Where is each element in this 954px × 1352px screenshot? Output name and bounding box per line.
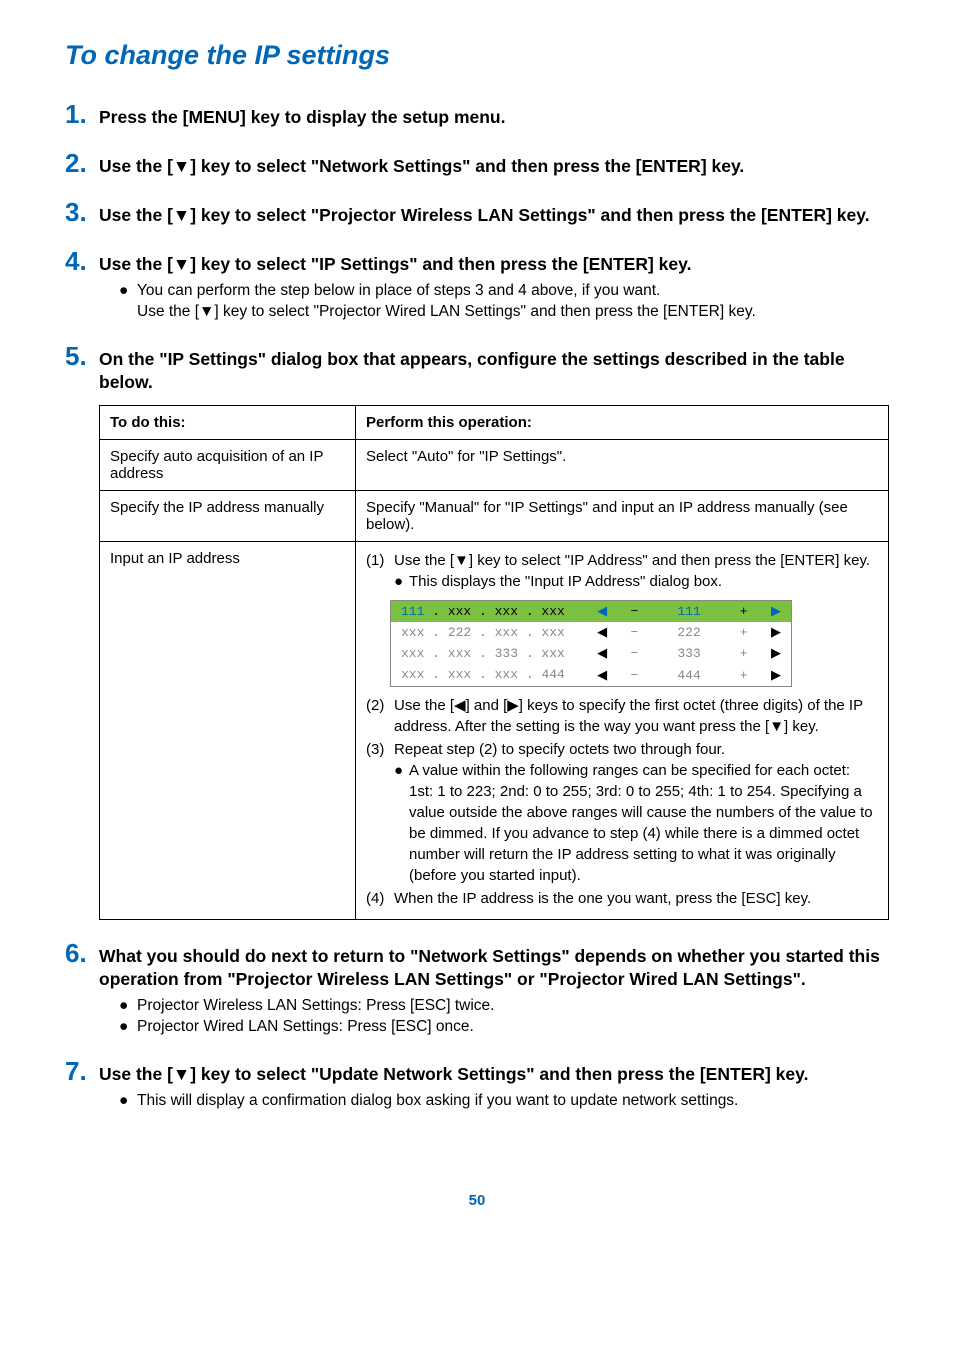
list-marker: (4) — [366, 888, 394, 909]
sub-bullet: ● Projector Wired LAN Settings: Press [E… — [119, 1017, 889, 1038]
list-text: Repeat step (2) to specify octets two th… — [394, 739, 878, 760]
ip-value: 111 — [677, 604, 700, 619]
list-marker: (1) — [366, 550, 394, 592]
ip-octet: 111 — [401, 604, 424, 619]
step-number: 7. — [65, 1056, 99, 1087]
step-text: Use the [▼] key to select "Projector Wir… — [99, 200, 870, 228]
table-cell: (1) Use the [▼] key to select "IP Addres… — [356, 542, 889, 920]
ip-value: 222 — [677, 625, 700, 640]
ip-row-3: xxx . xxx . 333 . xxx ◀ − 333 + ▶ — [391, 643, 791, 664]
minus-icon: − — [631, 668, 639, 683]
inner-bullet-text: A value within the following ranges can … — [409, 760, 878, 886]
list-text: Use the [▼] key to select "IP Address" a… — [394, 550, 870, 571]
table-header: Perform this operation: — [356, 406, 889, 440]
ip-pre: xxx . — [401, 625, 448, 640]
step-6: 6. What you should do next to return to … — [65, 938, 889, 1038]
ip-row-1: 111 . xxx . xxx . xxx ◀ − 111 + ▶ — [391, 601, 791, 622]
list-text: Use the [◀] and [▶] keys to specify the … — [394, 695, 878, 737]
ip-octet: 333 — [495, 646, 518, 661]
numbered-item: (3) Repeat step (2) to specify octets tw… — [366, 739, 878, 886]
ip-value: 444 — [677, 668, 700, 683]
sub-bullet: ● You can perform the step below in plac… — [119, 281, 889, 302]
ip-octet: 222 — [448, 625, 471, 640]
step-number: 4. — [65, 246, 99, 277]
sub-line: Use the [▼] key to select "Projector Wir… — [137, 302, 889, 323]
numbered-item: (4) When the IP address is the one you w… — [366, 888, 878, 909]
step-text: What you should do next to return to "Ne… — [99, 941, 889, 992]
inner-bullet: ● This displays the "Input IP Address" d… — [394, 571, 870, 592]
list-text: When the IP address is the one you want,… — [394, 888, 811, 909]
right-arrow-icon: ▶ — [771, 603, 781, 618]
inner-bullet: ● A value within the following ranges ca… — [394, 760, 878, 886]
ip-dialog: 111 . xxx . xxx . xxx ◀ − 111 + ▶ — [390, 600, 792, 687]
step-text: On the "IP Settings" dialog box that app… — [99, 344, 889, 395]
step-text: Use the [▼] key to select "IP Settings" … — [99, 249, 691, 277]
step-3: 3. Use the [▼] key to select "Projector … — [65, 197, 889, 228]
ip-row-4: xxx . xxx . xxx . 444 ◀ − 444 + ▶ — [391, 665, 791, 686]
step-5: 5. On the "IP Settings" dialog box that … — [65, 341, 889, 920]
step-number: 6. — [65, 938, 99, 969]
step-2: 2. Use the [▼] key to select "Network Se… — [65, 148, 889, 179]
numbered-item: (1) Use the [▼] key to select "IP Addres… — [366, 550, 878, 592]
sub-bullet: ● Projector Wireless LAN Settings: Press… — [119, 996, 889, 1017]
ip-rest: . xxx — [518, 646, 565, 661]
plus-icon: + — [740, 668, 748, 683]
minus-icon: − — [631, 646, 639, 661]
list-marker: (2) — [366, 695, 394, 737]
table-cell: Input an IP address — [100, 542, 356, 920]
minus-icon: − — [631, 625, 639, 640]
left-arrow-icon: ◀ — [597, 624, 607, 639]
table-cell: Specify "Manual" for "IP Settings" and i… — [356, 491, 889, 542]
step-number: 1. — [65, 99, 99, 130]
step-4: 4. Use the [▼] key to select "IP Setting… — [65, 246, 889, 323]
list-marker: (3) — [366, 739, 394, 886]
table-cell: Specify auto acquisition of an IP addres… — [100, 440, 356, 491]
right-arrow-icon: ▶ — [771, 645, 781, 660]
table-row: Specify auto acquisition of an IP addres… — [100, 440, 889, 491]
page-number: 50 — [65, 1192, 889, 1209]
step-text: Use the [▼] key to select "Network Setti… — [99, 151, 744, 179]
settings-table: To do this: Perform this operation: Spec… — [99, 405, 889, 920]
left-arrow-icon: ◀ — [597, 667, 607, 682]
sub-bullet-text: Projector Wired LAN Settings: Press [ESC… — [137, 1017, 474, 1038]
right-arrow-icon: ▶ — [771, 624, 781, 639]
plus-icon: + — [740, 604, 748, 619]
ip-pre: xxx . xxx . — [401, 646, 495, 661]
step-7: 7. Use the [▼] key to select "Update Net… — [65, 1056, 889, 1112]
left-arrow-icon: ◀ — [597, 603, 607, 618]
table-header: To do this: — [100, 406, 356, 440]
step-number: 3. — [65, 197, 99, 228]
sub-bullet-text: Projector Wireless LAN Settings: Press [… — [137, 996, 494, 1017]
left-arrow-icon: ◀ — [597, 645, 607, 660]
numbered-item: (2) Use the [◀] and [▶] keys to specify … — [366, 695, 878, 737]
sub-bullet-text: You can perform the step below in place … — [137, 281, 660, 302]
ip-octet: 444 — [541, 667, 564, 682]
plus-icon: + — [740, 646, 748, 661]
sub-bullet-text: This will display a confirmation dialog … — [137, 1091, 738, 1112]
sub-bullet: ● This will display a confirmation dialo… — [119, 1091, 889, 1112]
page-title: To change the IP settings — [65, 40, 889, 71]
ip-pre: xxx . xxx . xxx . — [401, 667, 541, 682]
plus-icon: + — [740, 625, 748, 640]
right-arrow-icon: ▶ — [771, 667, 781, 682]
minus-icon: − — [631, 604, 639, 619]
ip-rest: . xxx . xxx . xxx — [424, 604, 564, 619]
table-cell: Select "Auto" for "IP Settings". — [356, 440, 889, 491]
step-number: 2. — [65, 148, 99, 179]
table-row: Input an IP address (1) Use the [▼] key … — [100, 542, 889, 920]
table-row: Specify the IP address manually Specify … — [100, 491, 889, 542]
step-text: Press the [MENU] key to display the setu… — [99, 102, 505, 130]
step-text: Use the [▼] key to select "Update Networ… — [99, 1059, 808, 1087]
step-number: 5. — [65, 341, 99, 372]
inner-bullet-text: This displays the "Input IP Address" dia… — [409, 571, 722, 592]
ip-value: 333 — [677, 646, 700, 661]
ip-rest: . xxx . xxx — [471, 625, 565, 640]
ip-row-2: xxx . 222 . xxx . xxx ◀ − 222 + ▶ — [391, 622, 791, 643]
table-cell: Specify the IP address manually — [100, 491, 356, 542]
step-1: 1. Press the [MENU] key to display the s… — [65, 99, 889, 130]
